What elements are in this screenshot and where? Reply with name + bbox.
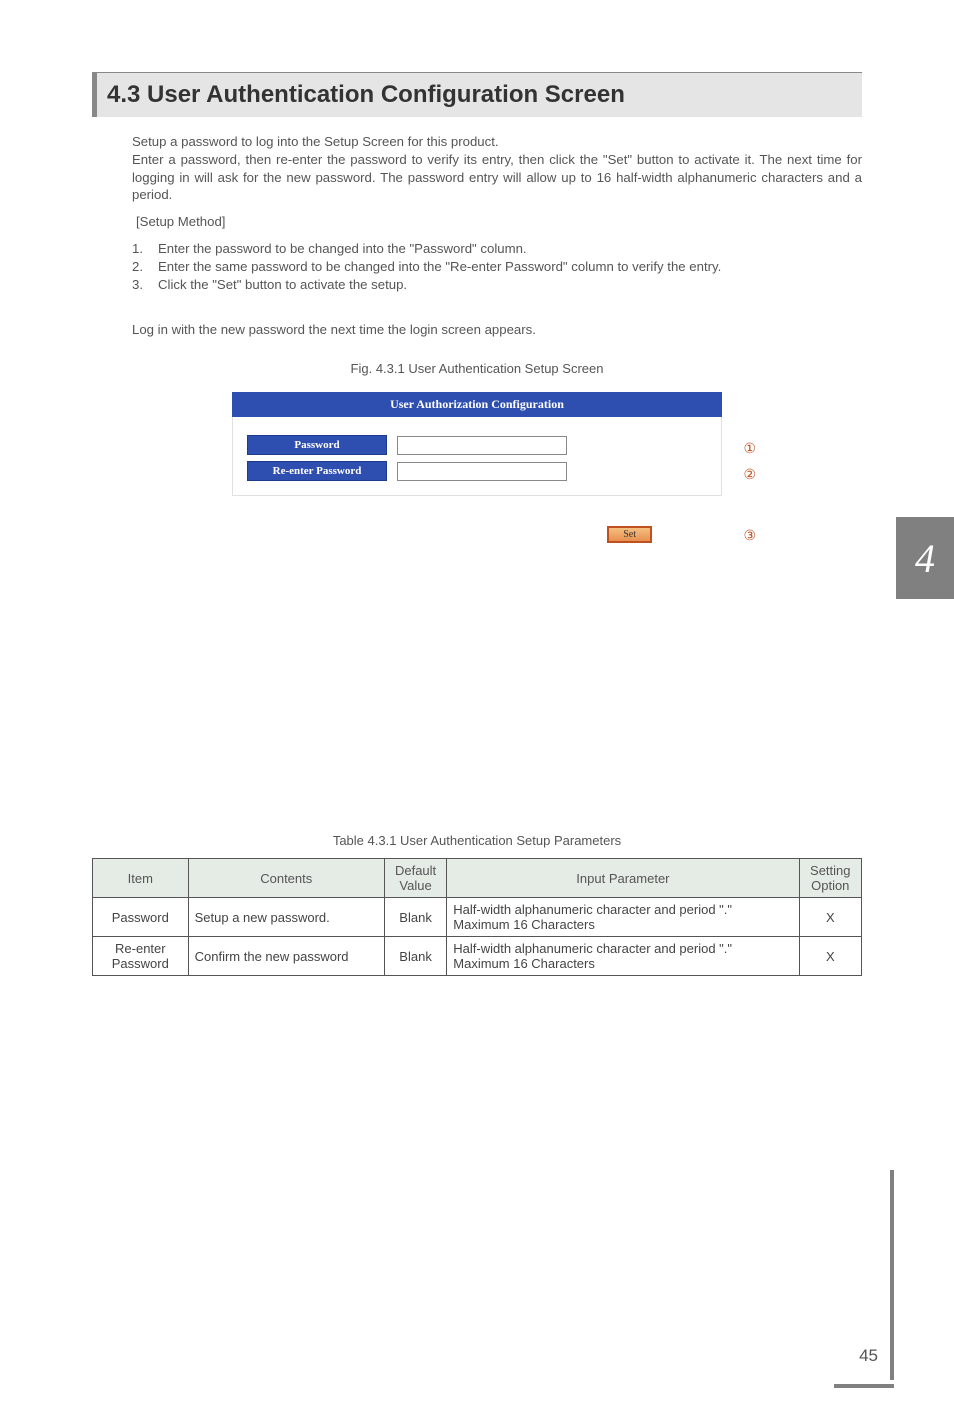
setup-method-label: [Setup Method]	[136, 214, 862, 229]
callout-1: ①	[743, 440, 756, 457]
step-text: Enter the password to be changed into th…	[158, 241, 527, 256]
steps-list: 1. Enter the password to be changed into…	[132, 241, 862, 292]
th-default: Default Value	[384, 859, 446, 898]
intro-line1: Setup a password to log into the Setup S…	[132, 134, 499, 149]
step-row: 1. Enter the password to be changed into…	[132, 241, 862, 256]
intro-line2: Enter a password, then re-enter the pass…	[132, 152, 862, 203]
parameters-table: Item Contents Default Value Input Parame…	[92, 858, 862, 976]
td-item: Password	[93, 898, 189, 937]
step-num: 3.	[132, 277, 158, 292]
th-input: Input Parameter	[447, 859, 799, 898]
step-row: 3. Click the "Set" button to activate th…	[132, 277, 862, 292]
table-caption: Table 4.3.1 User Authentication Setup Pa…	[0, 833, 954, 848]
td-setting: X	[799, 898, 861, 937]
intro-text: Setup a password to log into the Setup S…	[132, 133, 862, 204]
td-setting: X	[799, 937, 861, 976]
password-label: Password	[247, 435, 387, 455]
callout-3: ③	[743, 527, 756, 544]
figure-caption: Fig. 4.3.1 User Authentication Setup Scr…	[0, 361, 954, 376]
td-input: Half-width alphanumeric character and pe…	[447, 898, 799, 937]
td-contents: Confirm the new password	[188, 937, 384, 976]
step-text: Enter the same password to be changed in…	[158, 259, 721, 274]
footer-corner-rule	[890, 1170, 894, 1380]
td-input: Half-width alphanumeric character and pe…	[447, 937, 799, 976]
td-contents: Setup a new password.	[188, 898, 384, 937]
th-item: Item	[93, 859, 189, 898]
panel-title: User Authorization Configuration	[232, 392, 722, 417]
callout-2: ②	[743, 466, 756, 483]
table-row: Re-enter Password Confirm the new passwo…	[93, 937, 862, 976]
set-button[interactable]: Set	[607, 526, 652, 543]
reenter-label: Re-enter Password	[247, 461, 387, 481]
password-input[interactable]	[397, 436, 567, 455]
th-contents: Contents	[188, 859, 384, 898]
td-default: Blank	[384, 898, 446, 937]
password-row: Password	[247, 435, 707, 455]
table-header-row: Item Contents Default Value Input Parame…	[93, 859, 862, 898]
step-text: Click the "Set" button to activate the s…	[158, 277, 407, 292]
page-number: 45	[859, 1346, 878, 1366]
set-button-row: Set	[232, 496, 722, 543]
screenshot-panel: User Authorization Configuration Passwor…	[232, 392, 722, 543]
reenter-input[interactable]	[397, 462, 567, 481]
td-item: Re-enter Password	[93, 937, 189, 976]
step-num: 2.	[132, 259, 158, 274]
after-steps-text: Log in with the new password the next ti…	[132, 322, 862, 337]
reenter-row: Re-enter Password	[247, 461, 707, 481]
form-area: Password Re-enter Password	[232, 417, 722, 496]
step-num: 1.	[132, 241, 158, 256]
section-title: 4.3 User Authentication Configuration Sc…	[92, 72, 862, 117]
th-setting: Setting Option	[799, 859, 861, 898]
td-default: Blank	[384, 937, 446, 976]
step-row: 2. Enter the same password to be changed…	[132, 259, 862, 274]
table-row: Password Setup a new password. Blank Hal…	[93, 898, 862, 937]
section-tab: 4	[896, 517, 954, 599]
